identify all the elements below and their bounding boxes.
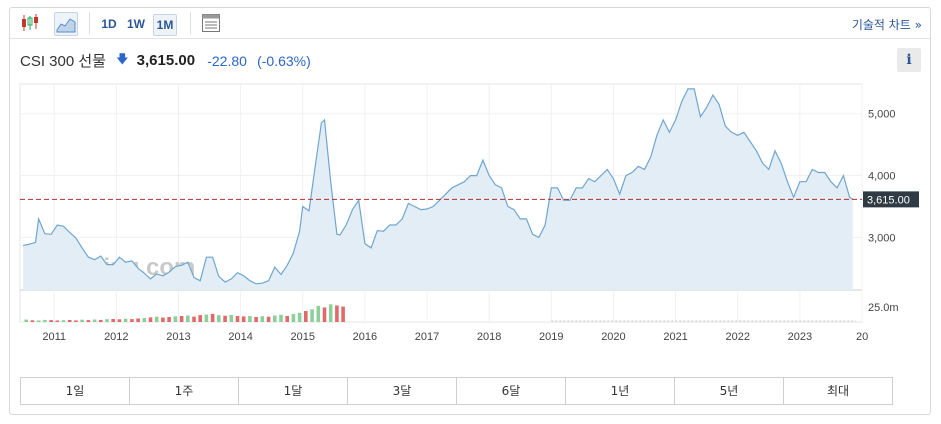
volume-bar bbox=[210, 313, 215, 322]
x-tick-label: 2013 bbox=[166, 331, 190, 343]
volume-bar bbox=[74, 320, 78, 322]
range-3m[interactable]: 3달 bbox=[348, 378, 457, 404]
x-tick-label: 2021 bbox=[663, 331, 687, 343]
volume-bar bbox=[49, 320, 53, 322]
volume-bar bbox=[30, 320, 35, 322]
volume-bar bbox=[167, 317, 171, 322]
volume-bar bbox=[229, 314, 234, 322]
x-tick-label: 2015 bbox=[290, 331, 314, 343]
volume-bar bbox=[136, 318, 140, 322]
volume-scale-label: 25.0m bbox=[868, 302, 899, 314]
y-tick-label: 5,000 bbox=[868, 109, 896, 121]
x-tick-label: 2022 bbox=[725, 331, 749, 343]
volume-bar bbox=[80, 319, 84, 322]
volume-bar bbox=[92, 319, 97, 322]
range-1m[interactable]: 1달 bbox=[239, 378, 348, 404]
volume-bar bbox=[123, 318, 128, 322]
x-tick-label: 2018 bbox=[477, 331, 501, 343]
x-tick-label: 2012 bbox=[104, 331, 128, 343]
volume-bar bbox=[248, 315, 252, 322]
volume-bar bbox=[86, 320, 91, 322]
y-axis: 3,000 4,000 5,000 bbox=[868, 109, 896, 245]
x-tick-label: 2019 bbox=[539, 331, 563, 343]
y-tick-label: 3,000 bbox=[868, 232, 896, 244]
x-tick-label: 2011 bbox=[42, 331, 66, 343]
volume-bar bbox=[105, 319, 109, 322]
volume-bar bbox=[148, 317, 153, 322]
volume-bar bbox=[223, 315, 227, 322]
x-tick-label: 20 bbox=[856, 331, 868, 343]
range-max[interactable]: 최대 bbox=[784, 378, 892, 404]
volume-bar bbox=[291, 314, 296, 322]
volume-bar bbox=[117, 319, 122, 322]
last-price-tag: 3,615.00 bbox=[863, 191, 919, 208]
x-tick-label: 2016 bbox=[353, 331, 377, 343]
volume-bar bbox=[316, 305, 321, 322]
range-1d[interactable]: 1일 bbox=[21, 378, 130, 404]
x-tick-label: 2023 bbox=[788, 331, 812, 343]
range-5y[interactable]: 5년 bbox=[675, 378, 784, 404]
volume-bar bbox=[198, 315, 202, 322]
last-price-tag-label: 3,615.00 bbox=[867, 194, 910, 206]
volume-bar bbox=[154, 316, 159, 322]
volume-bars: 25.0m bbox=[24, 302, 899, 322]
volume-bar bbox=[142, 318, 147, 322]
volume-bar bbox=[297, 312, 302, 322]
volume-bar bbox=[235, 316, 240, 322]
x-tick-label: 2017 bbox=[415, 331, 439, 343]
volume-bar bbox=[61, 320, 66, 322]
volume-bar bbox=[341, 306, 345, 322]
volume-bar bbox=[55, 320, 60, 322]
volume-bar bbox=[304, 311, 308, 322]
volume-bar bbox=[254, 317, 258, 322]
volume-bar bbox=[111, 319, 115, 322]
x-axis: 2011 2012 2013 2014 2015 2016 2017 2018 2019 2020… bbox=[42, 331, 868, 343]
volume-bar bbox=[266, 316, 271, 322]
y-tick-label: 4,000 bbox=[868, 171, 896, 183]
volume-bar bbox=[217, 315, 221, 322]
volume-bar bbox=[192, 316, 196, 322]
volume-bar bbox=[273, 315, 277, 322]
volume-bar bbox=[179, 316, 184, 322]
volume-bar bbox=[335, 305, 339, 322]
x-tick-label: 2014 bbox=[228, 331, 252, 343]
x-tick-label: 2020 bbox=[601, 331, 625, 343]
volume-bar bbox=[241, 316, 246, 322]
volume-bar bbox=[130, 319, 134, 322]
volume-bar bbox=[99, 319, 103, 322]
volume-bar bbox=[24, 319, 28, 322]
volume-bar bbox=[310, 309, 314, 322]
range-selector: 1일 1주 1달 3달 6달 1년 5년 최대 bbox=[20, 377, 893, 405]
range-1w[interactable]: 1주 bbox=[130, 378, 239, 404]
volume-bar bbox=[186, 315, 190, 322]
volume-bar bbox=[285, 316, 289, 322]
volume-bar bbox=[279, 314, 283, 322]
volume-bar bbox=[36, 320, 41, 322]
volume-bar bbox=[328, 304, 333, 322]
volume-bar bbox=[173, 316, 178, 322]
volume-bar bbox=[67, 320, 72, 322]
volume-bar bbox=[161, 317, 165, 322]
volume-bar bbox=[204, 314, 209, 322]
price-chart: Investing.com 3,0004,0005,000 25.0m 2011… bbox=[19, 83, 919, 343]
volume-bar bbox=[43, 319, 47, 322]
volume-bar bbox=[322, 307, 327, 322]
range-6m[interactable]: 6달 bbox=[457, 378, 566, 404]
range-1y[interactable]: 1년 bbox=[566, 378, 675, 404]
volume-bar bbox=[260, 316, 265, 322]
